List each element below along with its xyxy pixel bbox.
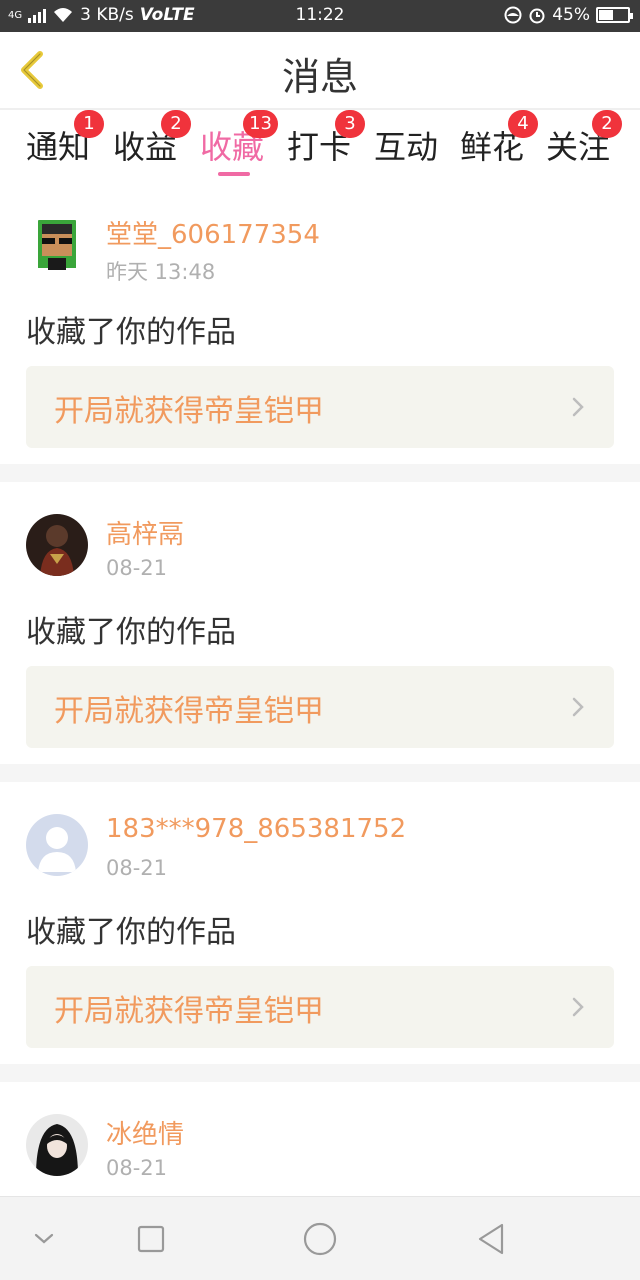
battery-percent: 45% <box>552 5 590 25</box>
tab-label: 互动 <box>374 128 439 166</box>
timestamp: 08-21 <box>106 556 168 580</box>
tab-interactions[interactable]: 互动 <box>374 122 438 168</box>
armor-avatar-icon <box>26 514 88 576</box>
favorites-feed: 堂堂_606177354 昨天 13:48 收藏了你的作品 开局就获得帝皇铠甲 … <box>0 182 640 1202</box>
pixel-avatar-icon <box>26 214 88 276</box>
list-item: 堂堂_606177354 昨天 13:48 收藏了你的作品 开局就获得帝皇铠甲 <box>0 182 640 464</box>
list-item: 183***978_865381752 08-21 收藏了你的作品 开局就获得帝… <box>0 782 640 1064</box>
action-text: 收藏了你的作品 <box>26 915 236 950</box>
tab-checkin[interactable]: 打卡 3 <box>287 110 366 168</box>
tab-flowers[interactable]: 鲜花 4 <box>460 110 539 168</box>
hooded-avatar-icon <box>26 1114 88 1176</box>
back-icon[interactable] <box>472 1219 512 1259</box>
timestamp: 08-21 <box>106 856 168 880</box>
tab-badge: 2 <box>592 110 623 138</box>
battery-icon <box>596 7 633 23</box>
alarm-icon <box>529 8 545 24</box>
chevron-right-icon <box>572 397 584 417</box>
work-link[interactable]: 开局就获得帝皇铠甲 <box>26 966 614 1048</box>
tab-badge: 3 <box>335 110 366 138</box>
username[interactable]: 冰绝情 <box>106 1114 184 1151</box>
chevron-right-icon <box>572 697 584 717</box>
avatar[interactable] <box>26 514 88 576</box>
tab-badge: 4 <box>508 110 539 138</box>
active-tab-indicator <box>218 172 250 176</box>
page-title: 消息 <box>281 55 358 99</box>
action-text: 收藏了你的作品 <box>26 315 236 350</box>
default-avatar-icon <box>26 814 88 876</box>
avatar[interactable] <box>26 814 88 876</box>
divider <box>0 764 640 782</box>
tab-bar: 通知 1 收益 2 收藏 13 打卡 3 互动 鲜花 4 关注 2 <box>0 110 640 180</box>
chevron-down-icon[interactable] <box>24 1219 64 1259</box>
timestamp: 昨天 13:48 <box>106 260 216 284</box>
timestamp: 08-21 <box>106 1156 168 1180</box>
tab-badge: 1 <box>74 110 105 138</box>
tab-badge: 13 <box>243 110 279 138</box>
work-link[interactable]: 开局就获得帝皇铠甲 <box>26 366 614 448</box>
eye-comfort-icon <box>504 6 522 24</box>
recent-apps-icon[interactable] <box>131 1219 171 1259</box>
username[interactable]: 堂堂_606177354 <box>106 214 320 251</box>
avatar[interactable] <box>26 214 88 276</box>
divider <box>0 464 640 482</box>
home-icon[interactable] <box>300 1219 340 1259</box>
username[interactable]: 183***978_865381752 <box>106 814 406 844</box>
action-text: 收藏了你的作品 <box>26 615 236 650</box>
tab-notifications[interactable]: 通知 1 <box>26 110 105 168</box>
work-title: 开局就获得帝皇铠甲 <box>54 994 324 1029</box>
avatar[interactable] <box>26 1114 88 1176</box>
list-item: 冰绝情 08-21 <box>0 1082 640 1202</box>
divider <box>0 1064 640 1082</box>
tab-earnings[interactable]: 收益 2 <box>113 110 192 168</box>
username[interactable]: 高梓鬲 <box>106 514 184 551</box>
tab-follow[interactable]: 关注 2 <box>546 110 623 168</box>
work-link[interactable]: 开局就获得帝皇铠甲 <box>26 666 614 748</box>
header: 消息 <box>0 32 640 110</box>
work-title: 开局就获得帝皇铠甲 <box>54 394 324 429</box>
system-nav-bar <box>0 1196 640 1280</box>
chevron-right-icon <box>572 997 584 1017</box>
tab-badge: 2 <box>161 110 192 138</box>
work-title: 开局就获得帝皇铠甲 <box>54 694 324 729</box>
list-item: 高梓鬲 08-21 收藏了你的作品 开局就获得帝皇铠甲 <box>0 482 640 764</box>
status-bar: 4G 3 KB/s VoLTE 11:22 45% <box>0 0 640 32</box>
tab-favorites[interactable]: 收藏 13 <box>200 110 279 168</box>
